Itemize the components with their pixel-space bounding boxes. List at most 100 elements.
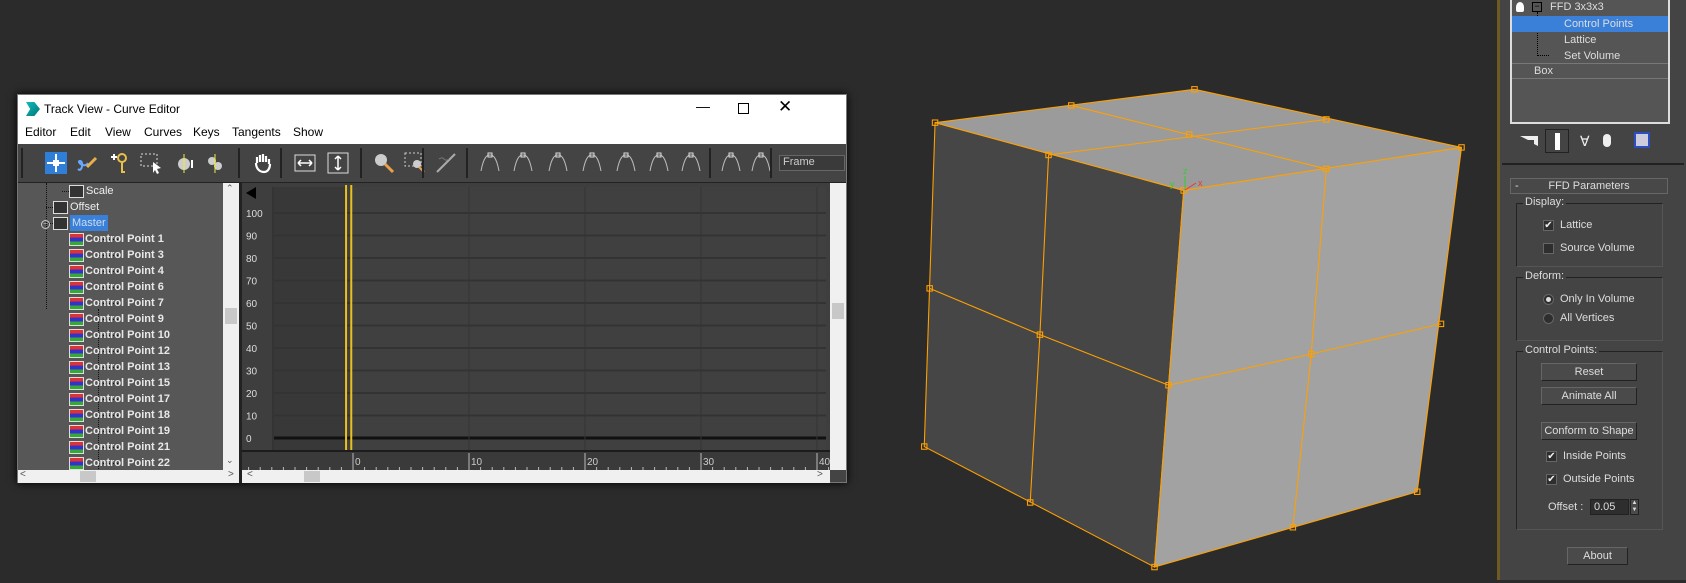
remove-modifier-icon[interactable] (1603, 134, 1611, 147)
offset-input[interactable]: 0.05 (1590, 499, 1629, 515)
track-view-window[interactable]: Track View - Curve Editor — ✕ Editor Edit… (17, 94, 847, 483)
outside-points-checkbox[interactable]: ✔ (1546, 474, 1557, 485)
toolbar-separator (422, 148, 424, 178)
ffd-rollout-header[interactable]: - FFD Parameters (1510, 178, 1668, 194)
spline-tangent-button[interactable] (509, 149, 537, 177)
stack-sub-control-points[interactable]: Control Points (1564, 18, 1633, 30)
smooth-tangent-button[interactable] (677, 149, 705, 177)
slow-tangent-button[interactable] (578, 149, 606, 177)
stack-modifier[interactable]: FFD 3x3x3 (1550, 1, 1604, 13)
frame-field[interactable]: Frame (779, 155, 845, 171)
zoom-region-button[interactable] (401, 149, 429, 177)
tree-item-offset[interactable]: Offset (70, 199, 99, 215)
menu-view[interactable]: View (105, 125, 131, 139)
pan-button[interactable] (249, 149, 277, 177)
animate-all-button[interactable]: Animate All (1541, 387, 1637, 405)
graph-vscrollbar[interactable] (830, 183, 846, 470)
toolbar-separator (770, 148, 772, 178)
pin-stack-icon[interactable] (1520, 136, 1538, 146)
configure-sets-icon[interactable] (1634, 132, 1650, 148)
auto-tangent-button[interactable] (476, 149, 504, 177)
stack-base-row[interactable]: Box (1512, 63, 1668, 79)
menu-tangents[interactable]: Tangents (232, 125, 281, 139)
conform-to-shape-button[interactable]: Conform to Shape (1541, 422, 1637, 440)
graph-hscrollbar[interactable]: < > (242, 469, 830, 483)
menu-keys[interactable]: Keys (193, 125, 220, 139)
source-volume-checkbox[interactable] (1543, 243, 1554, 254)
tree-item-control-point[interactable]: Control Point 19 (85, 423, 170, 439)
isolate-curve-button[interactable] (432, 149, 460, 177)
linear-tangent-button[interactable] (645, 149, 673, 177)
retime-all-icon (208, 154, 222, 173)
draw-curves-button[interactable] (73, 149, 101, 177)
zoom-button[interactable] (370, 149, 398, 177)
menu-editor[interactable]: Editor (25, 125, 56, 139)
fast-tangent-icon (548, 152, 568, 172)
tree-item-control-point[interactable]: Control Point 17 (85, 391, 170, 407)
plot-area[interactable] (274, 187, 826, 451)
retime-button[interactable] (171, 149, 199, 177)
region-select-button[interactable] (137, 149, 165, 177)
value-tick-label: 60 (246, 299, 258, 310)
toolbar-separator (280, 148, 282, 178)
lattice-checkbox[interactable]: ✔ (1543, 220, 1554, 231)
move-keys-button[interactable] (42, 149, 70, 177)
tree-item-control-point[interactable]: Control Point 22 (85, 455, 170, 470)
add-keys-button[interactable] (106, 149, 134, 177)
only-in-volume-radio[interactable] (1543, 294, 1554, 305)
controller-icon (53, 217, 68, 230)
tree-item-control-point[interactable]: Control Point 21 (85, 439, 170, 455)
offset-spinner[interactable]: ▲ ▼ (1630, 499, 1639, 515)
curve-track-icon (69, 409, 84, 422)
menu-show[interactable]: Show (293, 125, 323, 139)
stack-sub-lattice[interactable]: Lattice (1564, 34, 1596, 46)
close-button[interactable]: ✕ (778, 97, 792, 117)
tree-line (46, 207, 53, 208)
move-keys-icon (45, 152, 67, 174)
fast-tangent-button[interactable] (544, 149, 572, 177)
tree-item-control-point[interactable]: Control Point 10 (85, 327, 170, 343)
title-bar[interactable]: Track View - Curve Editor — ✕ (18, 95, 846, 122)
make-unique-icon[interactable]: ∀ (1580, 133, 1590, 150)
reset-button[interactable]: Reset (1541, 363, 1637, 381)
display-group: Display: (1516, 196, 1663, 267)
break-tangent-button[interactable] (717, 149, 745, 177)
frame-horizontal-button[interactable] (291, 149, 319, 177)
tree-hscrollbar[interactable]: < > (18, 469, 239, 483)
light-bulb-icon[interactable] (1516, 2, 1524, 12)
collapse-arrow-icon[interactable] (246, 187, 256, 199)
controller-tree[interactable]: Scale Offset Master − Control Point 1 Control… (18, 183, 223, 470)
show-end-result-icon[interactable] (1545, 129, 1569, 153)
tree-item-control-point[interactable]: Control Point 15 (85, 375, 170, 391)
tree-item-control-point[interactable]: Control Point 13 (85, 359, 170, 375)
tree-item-control-point[interactable]: Control Point 3 (85, 247, 164, 263)
tree-item-control-point[interactable]: Control Point 7 (85, 295, 164, 311)
modifier-stack[interactable]: − FFD 3x3x3 Control Points Lattice Set V… (1510, 0, 1670, 124)
tree-item-control-point[interactable]: Control Point 1 (85, 231, 164, 247)
inside-points-checkbox[interactable]: ✔ (1546, 451, 1557, 462)
menu-curves[interactable]: Curves (144, 125, 182, 139)
value-tick-label: 100 (246, 209, 263, 220)
tree-item-master[interactable]: Master (70, 215, 108, 231)
minimize-button[interactable]: — (696, 98, 710, 114)
collapse-icon[interactable]: − (1532, 2, 1542, 12)
tree-item-scale[interactable]: Scale (86, 183, 114, 199)
tree-vscrollbar[interactable]: ⌃ ⌄ (223, 183, 239, 470)
smooth-tangent-icon (681, 152, 701, 172)
tree-item-control-point[interactable]: Control Point 18 (85, 407, 170, 423)
all-vertices-radio[interactable] (1543, 313, 1554, 324)
curve-graph[interactable]: 100 90 80 70 60 50 40 30 20 10 0 0 10 20 30 40 (242, 183, 831, 471)
maximize-button[interactable] (738, 103, 749, 114)
step-tangent-button[interactable] (612, 149, 640, 177)
tree-item-control-point[interactable]: Control Point 9 (85, 311, 164, 327)
retime-icon (178, 154, 193, 173)
stack-sub-set-volume[interactable]: Set Volume (1564, 50, 1620, 62)
tree-item-control-point[interactable]: Control Point 12 (85, 343, 170, 359)
tree-item-control-point[interactable]: Control Point 6 (85, 279, 164, 295)
menu-edit[interactable]: Edit (70, 125, 91, 139)
retime-all-button[interactable] (202, 149, 230, 177)
about-button[interactable]: About (1567, 547, 1628, 565)
tree-item-control-point[interactable]: Control Point 4 (85, 263, 164, 279)
frame-value-button[interactable] (324, 149, 352, 177)
collapse-icon[interactable]: − (41, 220, 50, 229)
